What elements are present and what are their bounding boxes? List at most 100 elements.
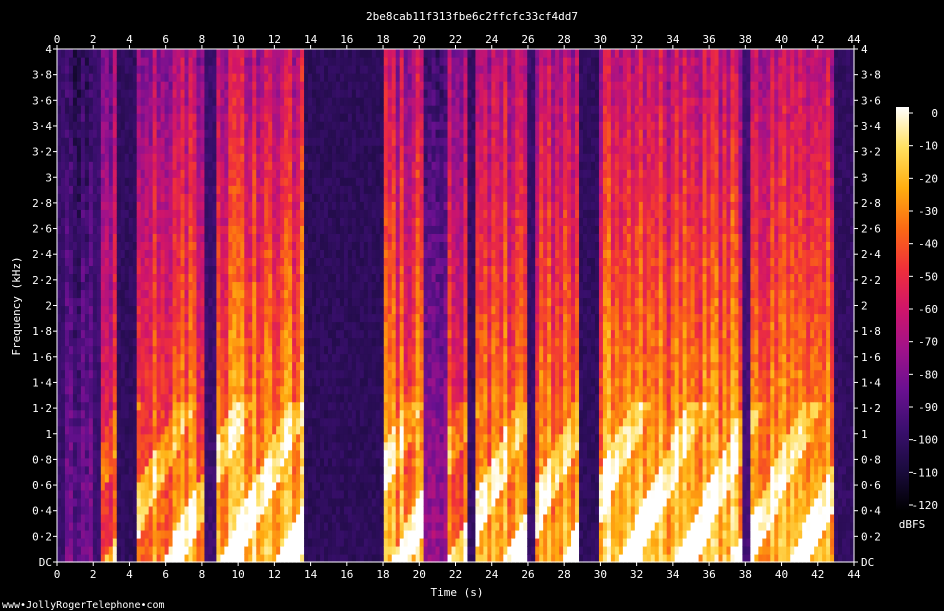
spectrogram-cell — [252, 393, 257, 403]
spectrogram-cell — [57, 417, 62, 427]
spectrogram-cell — [268, 257, 273, 267]
spectrogram-cell — [57, 297, 62, 307]
spectrogram-cell — [331, 313, 337, 323]
spectrogram-cell — [144, 177, 150, 186]
spectrogram-cell — [339, 465, 345, 475]
spectrogram-cell — [264, 137, 269, 146]
spectrogram-cell — [168, 433, 174, 443]
spectrogram-cell — [148, 289, 154, 299]
spectrogram-cell — [68, 65, 74, 74]
spectrogram-cell — [240, 377, 245, 387]
spectrogram-cell — [272, 369, 277, 379]
spectrogram-cell — [280, 337, 285, 347]
spectrogram-cell — [120, 353, 126, 363]
spectrogram-cell — [204, 545, 210, 555]
spectrogram-cell — [232, 353, 237, 363]
spectrogram-cell — [331, 105, 337, 114]
spectrogram-cell — [64, 409, 70, 419]
spectrogram-cell — [316, 81, 321, 90]
spectrogram-cell — [240, 521, 245, 531]
spectrogram-cell — [252, 529, 257, 539]
spectrogram-cell — [363, 377, 369, 387]
spectrogram-cell — [308, 433, 313, 443]
spectrogram-cell — [112, 305, 118, 315]
spectrogram-cell — [100, 401, 106, 411]
spectrogram-cell — [268, 313, 273, 323]
spectrogram-cell — [244, 489, 249, 499]
spectrogram-cell — [327, 289, 333, 299]
spectrogram-cell — [232, 481, 237, 491]
spectrogram-cell — [184, 545, 190, 555]
spectrogram-cell — [176, 57, 182, 66]
spectrogram-cell — [196, 553, 202, 563]
spectrogram-cell — [355, 361, 361, 371]
spectrogram-cell — [288, 537, 293, 547]
spectrogram-cell — [104, 113, 110, 122]
spectrogram-cell — [68, 73, 74, 82]
spectrogram-cell — [64, 217, 70, 226]
spectrogram-cell — [64, 353, 70, 363]
spectrogram-cell — [108, 265, 114, 275]
spectrogram-cell — [224, 145, 229, 154]
spectrogram-cell — [312, 377, 317, 387]
spectrogram-cell — [335, 521, 341, 531]
spectrogram-cell — [84, 473, 90, 483]
spectrogram-cell — [128, 89, 134, 98]
spectrogram-cell — [228, 257, 233, 267]
spectrogram-cell — [327, 401, 333, 411]
spectrogram-cell — [244, 201, 249, 210]
spectrogram-cell — [204, 249, 210, 259]
spectrogram-cell — [192, 217, 198, 226]
spectrogram-cell — [228, 449, 233, 459]
spectrogram-cell — [144, 225, 150, 234]
spectrogram-cell — [140, 441, 146, 451]
spectrogram-cell — [64, 329, 70, 339]
spectrogram-cell — [212, 193, 217, 202]
spectrogram-cell — [355, 169, 361, 178]
spectrogram-cell — [300, 321, 305, 331]
spectrogram-cell — [264, 497, 269, 507]
spectrogram-cell — [220, 313, 225, 323]
spectrogram-cell — [184, 193, 190, 202]
spectrogram-cell — [288, 505, 293, 515]
spectrogram-cell — [196, 473, 202, 483]
spectrogram-cell — [351, 65, 357, 74]
spectrogram-cell — [320, 297, 325, 307]
spectrogram-cell — [300, 209, 305, 218]
spectrogram-cell — [244, 161, 249, 170]
spectrogram-cell — [84, 361, 90, 371]
spectrogram-cell — [355, 457, 361, 467]
spectrogram-cell — [343, 121, 349, 130]
spectrogram-cell — [144, 137, 150, 146]
spectrogram-cell — [132, 369, 138, 379]
spectrogram-cell — [248, 545, 253, 555]
spectrogram-cell — [172, 497, 178, 507]
spectrogram-cell — [72, 377, 78, 387]
spectrogram-cell — [92, 145, 98, 154]
spectrogram-cell — [288, 441, 293, 451]
spectrogram-cell — [292, 545, 297, 555]
spectrogram-cell — [232, 441, 237, 451]
spectrogram-cell — [220, 537, 225, 547]
spectrogram-cell — [116, 273, 122, 283]
spectrogram-cell — [120, 361, 126, 371]
spectrogram-cell — [128, 521, 134, 531]
spectrogram-cell — [351, 241, 357, 250]
spectrogram-cell — [180, 441, 186, 451]
spectrogram-cell — [124, 177, 130, 186]
spectrogram-cell — [208, 89, 214, 98]
spectrogram-cell — [292, 513, 297, 523]
spectrogram-cell — [57, 321, 62, 331]
spectrogram-cell — [176, 313, 182, 323]
spectrogram-cell — [188, 441, 194, 451]
spectrogram-cell — [220, 369, 225, 379]
spectrogram-cell — [252, 81, 257, 90]
spectrogram-cell — [57, 537, 62, 547]
spectrogram-cell — [96, 465, 102, 475]
spectrogram-cell — [284, 217, 289, 226]
spectrogram-cell — [276, 409, 281, 419]
spectrogram-cell — [196, 97, 202, 106]
spectrogram-cell — [180, 89, 186, 98]
spectrogram-cell — [252, 169, 257, 178]
spectrogram-cell — [208, 521, 214, 531]
